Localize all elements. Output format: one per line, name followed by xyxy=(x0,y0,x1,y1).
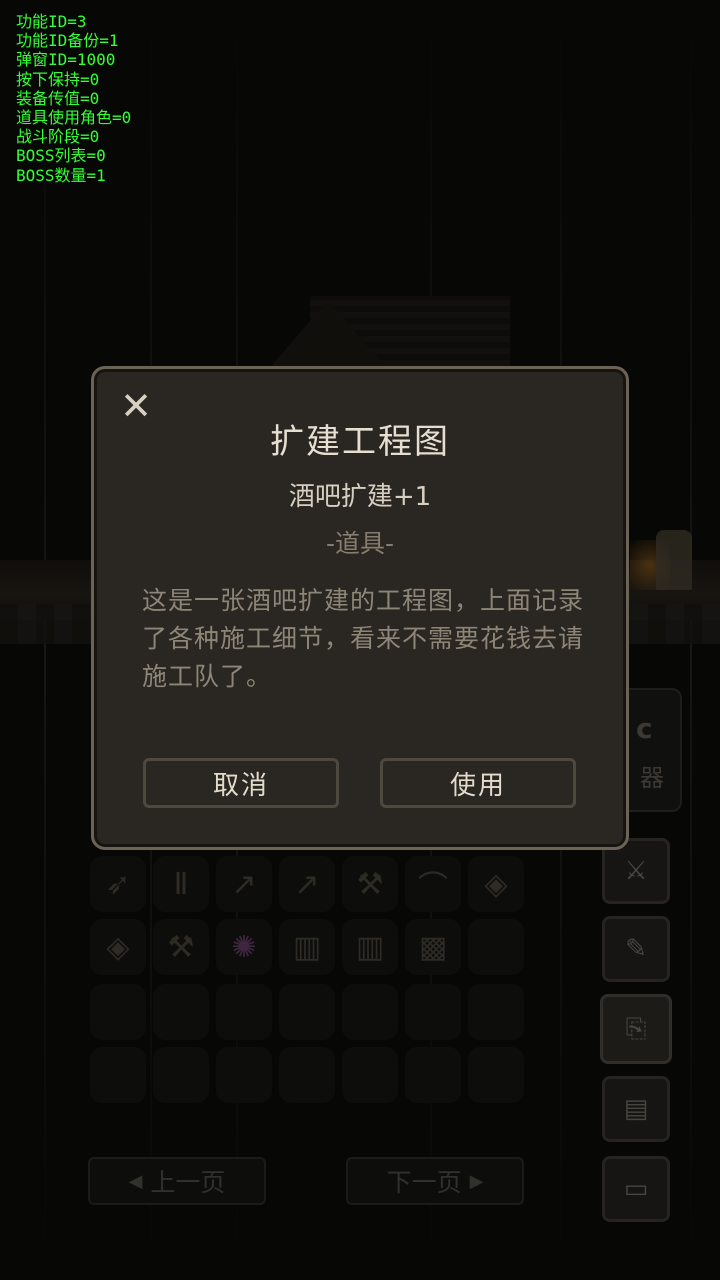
debug-line: 功能ID备份=1 xyxy=(16,31,119,51)
item-effect: 酒吧扩建+1 xyxy=(288,482,432,512)
debug-line: 功能ID=3 xyxy=(16,12,87,31)
debug-line: 按下保持=0 xyxy=(16,69,100,89)
use-button[interactable]: 使用 xyxy=(380,758,576,808)
dialog-title: 扩建工程图 xyxy=(270,422,450,462)
cancel-button[interactable]: 取消 xyxy=(143,758,339,808)
debug-line: 道具使用角色=0 xyxy=(16,107,132,127)
debug-line: BOSS列表=0 xyxy=(16,146,106,166)
item-type: -道具- xyxy=(325,529,395,558)
debug-line: BOSS数量=1 xyxy=(16,165,106,185)
debug-overlay: 功能ID=3 功能ID备份=1 弹窗ID=1000 按下保持=0 装备传值=0 … xyxy=(16,12,131,185)
game-screen: { "debug": { "lines": [ "功能ID=3", "功能ID备… xyxy=(0,0,720,1280)
debug-line: 装备传值=0 xyxy=(16,88,100,108)
debug-line: 弹窗ID=1000 xyxy=(16,50,116,70)
item-description: 这是一张酒吧扩建的工程图，上面记录了各种施工细节，看来不需要花钱去请施工队了。 xyxy=(142,586,585,691)
debug-line: 战斗阶段=0 xyxy=(16,127,100,147)
